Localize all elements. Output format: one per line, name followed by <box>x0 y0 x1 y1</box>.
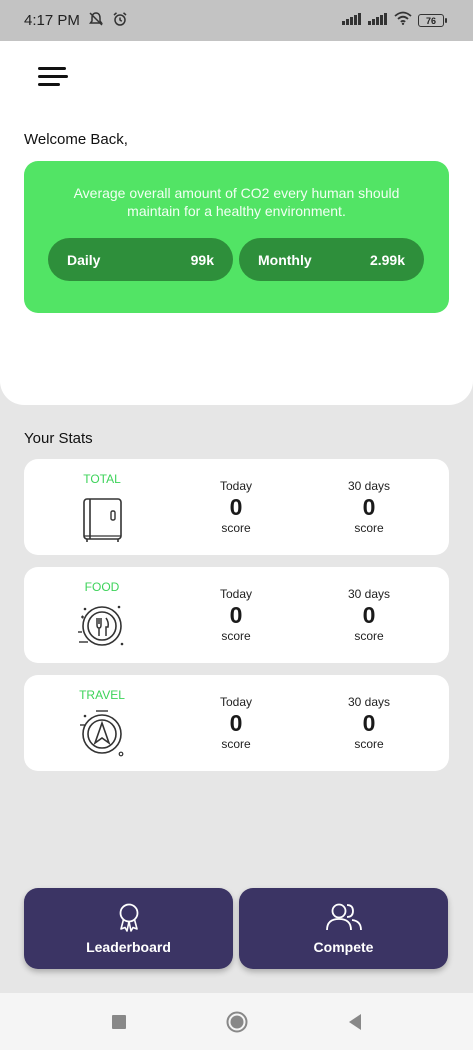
stat-label: FOOD <box>84 580 120 594</box>
stat-card-food[interactable]: FOOD Today 0 score 30 days 0 score <box>24 567 449 663</box>
users-icon <box>325 902 363 937</box>
monthly-label: Monthly <box>258 251 312 268</box>
hamburger-menu-icon[interactable] <box>38 61 82 91</box>
daily-pill: Daily 99k <box>48 238 233 281</box>
today-value: 0 <box>229 494 243 520</box>
fridge-icon <box>76 489 128 545</box>
days-unit: score <box>354 521 384 535</box>
days-label: 30 days <box>347 695 391 709</box>
recent-apps-icon[interactable] <box>104 1007 134 1037</box>
compass-icon <box>76 705 128 761</box>
award-ribbon-icon <box>116 902 142 937</box>
food-plate-icon <box>76 597 128 653</box>
days-value: 0 <box>362 602 376 628</box>
today-label: Today <box>219 479 253 493</box>
wifi-icon <box>394 11 412 30</box>
back-icon[interactable] <box>340 1007 370 1037</box>
monthly-pill: Monthly 2.99k <box>239 238 424 281</box>
status-bar: 4:17 PM 76 <box>0 0 473 41</box>
compete-button[interactable]: Compete <box>239 888 448 969</box>
today-column: Today 0 score <box>191 587 281 643</box>
home-icon[interactable] <box>222 1007 252 1037</box>
thirty-days-column: 30 days 0 score <box>324 479 414 535</box>
stat-label: TOTAL <box>83 472 121 486</box>
days-label: 30 days <box>347 479 391 493</box>
stats-title: Your Stats <box>24 430 93 447</box>
mute-icon <box>88 11 104 31</box>
daily-label: Daily <box>67 251 101 268</box>
battery-tip <box>445 18 447 23</box>
menu-line <box>38 66 66 70</box>
leaderboard-label: Leaderboard <box>86 939 171 955</box>
co2-description: Average overall amount of CO2 every huma… <box>73 185 400 219</box>
today-value: 0 <box>229 602 243 628</box>
status-right: 76 <box>342 11 447 30</box>
monthly-value: 2.99k <box>369 251 405 268</box>
welcome-text: Welcome Back, <box>24 131 128 148</box>
days-value: 0 <box>362 494 376 520</box>
today-column: Today 0 score <box>191 479 281 535</box>
system-nav-bar <box>0 993 473 1050</box>
menu-line <box>38 82 60 86</box>
today-label: Today <box>219 695 253 709</box>
header-card: Welcome Back, Average overall amount of … <box>0 41 473 405</box>
stat-card-travel[interactable]: TRAVEL Today 0 score 30 days 0 score <box>24 675 449 771</box>
stat-card-total[interactable]: TOTAL Today 0 score 30 days 0 score <box>24 459 449 555</box>
status-time: 4:17 PM <box>24 12 80 29</box>
signal-icon <box>368 12 388 30</box>
days-unit: score <box>354 737 384 751</box>
today-label: Today <box>219 587 253 601</box>
days-label: 30 days <box>347 587 391 601</box>
today-unit: score <box>221 737 251 751</box>
days-unit: score <box>354 629 384 643</box>
menu-line <box>38 74 68 78</box>
days-value: 0 <box>362 710 376 736</box>
battery-level: 76 <box>418 14 444 27</box>
signal-icon <box>342 12 362 30</box>
thirty-days-column: 30 days 0 score <box>324 695 414 751</box>
leaderboard-button[interactable]: Leaderboard <box>24 888 233 969</box>
today-value: 0 <box>229 710 243 736</box>
compete-label: Compete <box>313 939 374 955</box>
today-column: Today 0 score <box>191 695 281 751</box>
today-unit: score <box>221 521 251 535</box>
today-unit: score <box>221 629 251 643</box>
co2-card: Average overall amount of CO2 every huma… <box>24 161 449 313</box>
battery-icon: 76 <box>418 14 447 27</box>
thirty-days-column: 30 days 0 score <box>324 587 414 643</box>
daily-value: 99k <box>190 251 214 268</box>
status-left: 4:17 PM <box>24 11 128 31</box>
stat-label: TRAVEL <box>79 688 125 702</box>
alarm-icon <box>112 11 128 31</box>
